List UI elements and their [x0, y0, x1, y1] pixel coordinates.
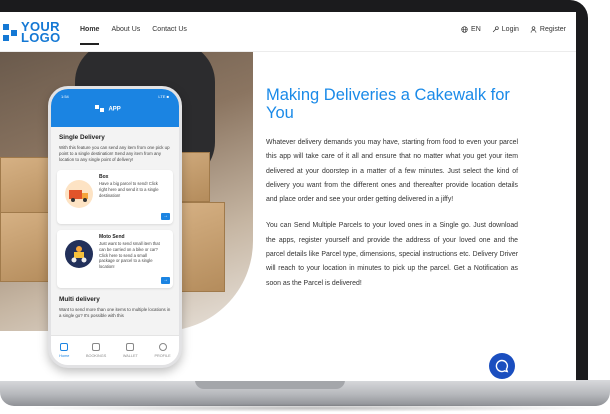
tab-wallet[interactable]: WALLET	[123, 343, 138, 358]
nav-home[interactable]: Home	[80, 26, 100, 45]
home-icon	[60, 343, 69, 351]
globe-icon	[461, 26, 468, 33]
tab-bookings[interactable]: BOOKINGS	[86, 343, 106, 358]
tab-profile[interactable]: PROFILE	[154, 343, 171, 358]
truck-illustration	[65, 180, 93, 208]
laptop-shadow	[20, 404, 600, 412]
service-card-box[interactable]: Box Have a big parcel to send! Click rig…	[57, 170, 173, 224]
site-logo[interactable]: YOUR LOGO	[2, 20, 61, 45]
login-link[interactable]: Login	[492, 26, 519, 33]
section-text: Want to send more than one items to mult…	[59, 307, 171, 318]
chat-icon	[495, 359, 509, 373]
login-label: Login	[501, 26, 519, 33]
tab-label: BOOKINGS	[85, 354, 107, 358]
status-indicators: LTE ■	[158, 94, 169, 99]
laptop-mockup: YOUR LOGO Home About Us Contact Us EN Lo…	[0, 0, 610, 414]
intro-paragraph: Whatever delivery demands you may have, …	[266, 139, 518, 204]
tab-home[interactable]: Home	[59, 343, 69, 358]
card-title: Box	[99, 174, 109, 180]
website-screen: YOUR LOGO Home About Us Contact Us EN Lo…	[0, 12, 576, 381]
section-text: With this feature you can send any item …	[59, 145, 170, 162]
card-title: Moto Send	[99, 234, 125, 240]
card-text: Have a big parcel to send! Click right h…	[99, 181, 159, 198]
user-icon	[530, 26, 537, 33]
tab-label: Home	[59, 354, 70, 358]
language-label: EN	[471, 26, 481, 33]
section-title: Single Delivery	[59, 134, 105, 141]
details-paragraph: You can Send Multiple Parcels to your lo…	[266, 222, 518, 287]
tab-label: PROFILE	[154, 354, 171, 358]
register-label: Register	[539, 26, 566, 33]
profile-icon	[158, 343, 167, 351]
app-header: 1:54 LTE ■ APP	[51, 89, 179, 127]
service-card-moto[interactable]: Moto Send Just want to send small item t…	[57, 230, 173, 288]
scooter-icon	[71, 246, 87, 263]
card-text: Just want to send small item that can be…	[99, 241, 160, 270]
app-logo-icon	[95, 105, 104, 112]
chat-button[interactable]	[489, 353, 515, 379]
main-content: Making Deliveries a Cakewalk for You Wha…	[266, 86, 518, 291]
main-nav: Home About Us Contact Us	[80, 26, 187, 45]
app-body: Single Delivery With this feature you ca…	[51, 127, 179, 323]
arrow-right-icon[interactable]: →	[161, 213, 170, 220]
logo-icon	[3, 24, 17, 41]
nav-contact[interactable]: Contact Us	[152, 26, 187, 33]
site-header: YOUR LOGO Home About Us Contact Us EN Lo…	[0, 12, 576, 52]
phone-mockup: 1:54 LTE ■ APP Single Delivery With this…	[48, 86, 182, 368]
header-actions: EN Login Register	[461, 26, 566, 33]
arrow-right-icon[interactable]: →	[161, 277, 170, 284]
app-tabbar: Home BOOKINGS WALLET PROFILE	[51, 335, 179, 365]
scooter-illustration	[65, 240, 93, 268]
nav-about[interactable]: About Us	[111, 26, 140, 33]
logo-text: YOUR LOGO	[21, 20, 61, 45]
language-selector[interactable]: EN	[461, 26, 481, 33]
status-time: 1:54	[61, 94, 69, 99]
laptop-notch	[195, 380, 345, 389]
logo-line-2: LOGO	[21, 30, 61, 45]
register-link[interactable]: Register	[530, 26, 566, 33]
page-headline: Making Deliveries a Cakewalk for You	[266, 86, 510, 122]
tab-label: WALLET	[122, 354, 138, 358]
app-logo-text: APP	[108, 106, 121, 113]
wallet-icon	[126, 343, 135, 351]
section-title: Multi delivery	[59, 296, 100, 303]
bookings-icon	[92, 343, 101, 351]
truck-icon	[69, 190, 88, 202]
app-logo: APP	[95, 105, 121, 113]
key-icon	[492, 26, 499, 33]
